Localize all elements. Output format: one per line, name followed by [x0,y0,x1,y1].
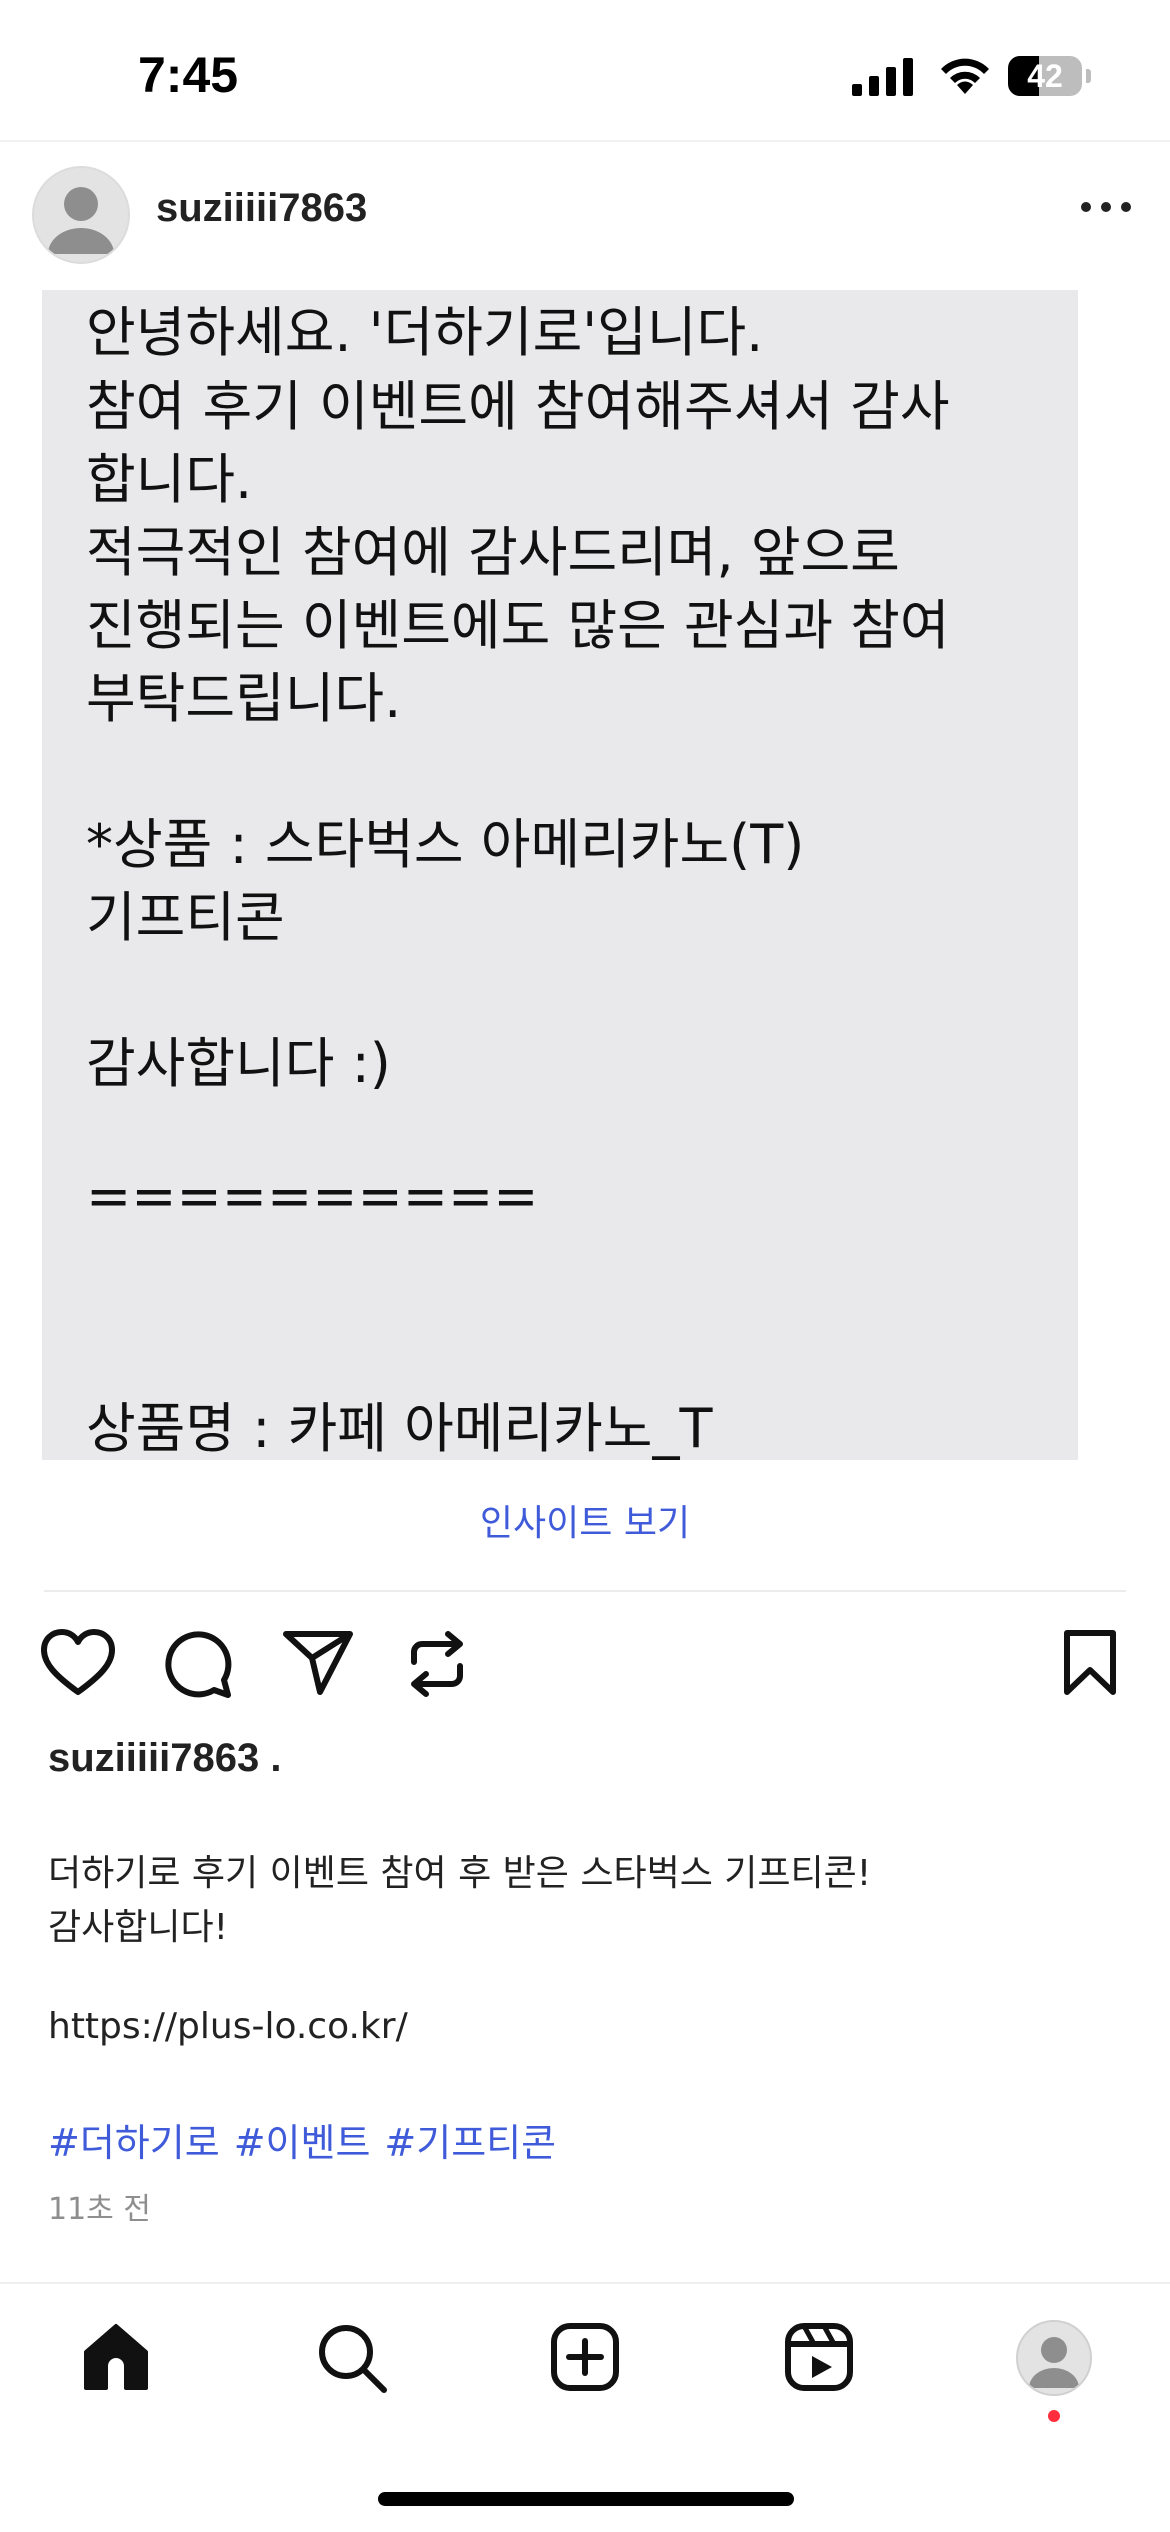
bookmark-icon[interactable] [1062,1628,1118,1698]
caption-link[interactable]: https://plus-lo.co.kr/ [48,2006,408,2047]
message-line: 감사합니다 :) [86,1032,391,1095]
message-line: 안녕하세요. '더하기로'입니다. [86,301,764,364]
hashtag[interactable]: #더하기로 [48,2121,220,2165]
search-icon[interactable] [316,2322,388,2394]
status-bar: 7:45 42 [0,0,1170,140]
caption-line: 더하기로 후기 이벤트 참여 후 받은 스타벅스 기프티콘! [48,1853,872,1894]
battery-level: 42 [1027,58,1063,94]
caption-username[interactable]: suziiiii7863 . [48,1736,281,1781]
message-line: ========== [86,1165,539,1228]
message-line: 합니다. [86,448,253,511]
home-indicator[interactable] [378,2492,794,2506]
comment-icon[interactable] [162,1628,234,1700]
post-username[interactable]: suziiiii7863 [156,186,367,231]
message-line: 부탁드립니다. [86,667,402,730]
message-line: 상품명 : 카페 아메리카노_T [86,1397,713,1460]
reels-icon[interactable] [784,2322,854,2392]
message-bubble: 안녕하세요. '더하기로'입니다. 참여 후기 이벤트에 참여해주셔서 감사 합… [42,290,1078,1460]
repost-icon[interactable] [404,1628,470,1700]
home-icon[interactable] [80,2322,152,2392]
default-avatar-icon [48,187,114,254]
notification-dot [1048,2410,1060,2422]
instagram-post-screen: 7:45 42 suziiiii7863 안녕하세요. '더하기로'입니다. 참… [0,0,1170,2532]
wifi-icon [941,58,989,94]
hashtag[interactable]: #기프티콘 [384,2121,556,2165]
profile-avatar-icon[interactable] [1016,2320,1092,2396]
message-line: *상품 : 스타벅스 아메리카노(T) [86,813,805,876]
share-icon[interactable] [282,1628,354,1698]
message-line: 참여 후기 이벤트에 참여해주셔서 감사 [86,375,950,438]
create-post-icon[interactable] [550,2322,620,2392]
divider [44,1590,1126,1592]
hashtag-list: #더하기로 #이벤트 #기프티콘 [48,2112,570,2167]
post-image[interactable]: 안녕하세요. '더하기로'입니다. 참여 후기 이벤트에 참여해주셔서 감사 합… [0,290,1170,1460]
message-line: 적극적인 참여에 감사드리며, 앞으로 [86,521,900,584]
post-header: suziiiii7863 [0,140,1170,292]
signal-icon [852,58,913,96]
hashtag[interactable]: #이벤트 [234,2121,371,2165]
message-line: 기프티콘 [86,886,285,949]
more-horizontal-icon[interactable] [1080,200,1132,214]
avatar[interactable] [32,166,130,264]
battery-cap [1086,69,1091,83]
heart-icon[interactable] [40,1628,116,1698]
status-time: 7:45 [138,47,239,103]
message-line: 진행되는 이벤트에도 많은 관심과 참여 [86,594,950,657]
default-avatar-icon [1029,2337,1079,2388]
view-insights-link[interactable]: 인사이트 보기 [0,1494,1170,1546]
post-timestamp: 11초 전 [48,2192,151,2227]
caption-line: 감사합니다! [48,1907,229,1948]
